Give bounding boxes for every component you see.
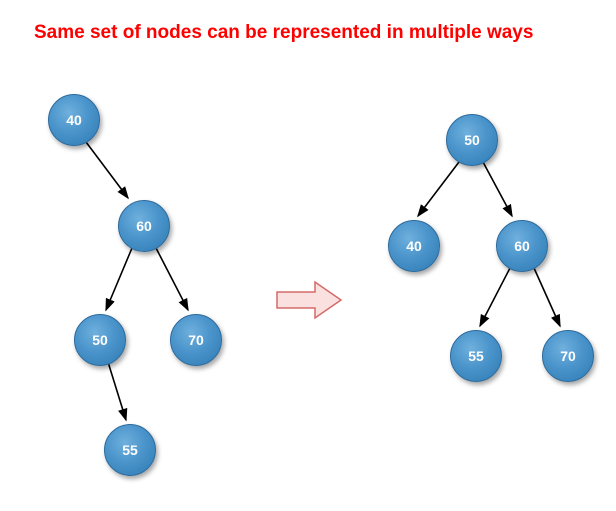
left-node-50: 50 xyxy=(74,314,126,366)
left-node-70: 70 xyxy=(170,314,222,366)
node-label: 50 xyxy=(464,132,480,148)
left-node-55: 55 xyxy=(104,424,156,476)
node-label: 40 xyxy=(66,112,82,128)
node-label: 60 xyxy=(136,218,152,234)
node-label: 70 xyxy=(188,332,204,348)
right-node-55: 55 xyxy=(450,330,502,382)
right-node-40: 40 xyxy=(388,220,440,272)
node-label: 55 xyxy=(122,442,138,458)
node-label: 50 xyxy=(92,332,108,348)
diagram-title: Same set of nodes can be represented in … xyxy=(34,22,533,44)
right-node-70: 70 xyxy=(542,330,594,382)
node-label: 40 xyxy=(406,238,422,254)
node-label: 70 xyxy=(560,348,576,364)
right-node-60: 60 xyxy=(496,220,548,272)
right-node-50: 50 xyxy=(446,114,498,166)
node-label: 60 xyxy=(514,238,530,254)
left-node-40: 40 xyxy=(48,94,100,146)
node-label: 55 xyxy=(468,348,484,364)
left-node-60: 60 xyxy=(118,200,170,252)
center-arrow-icon xyxy=(275,278,345,322)
